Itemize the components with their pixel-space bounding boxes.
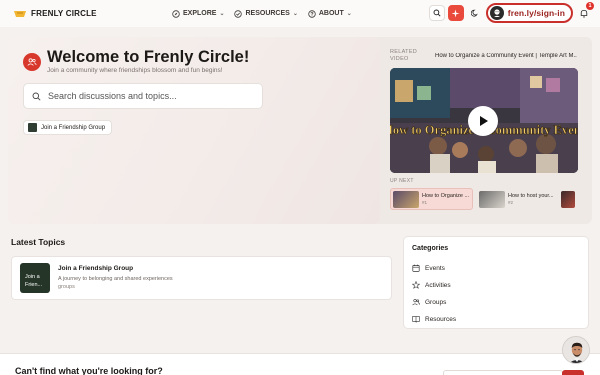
queue-item-text: How to Organize ... #1 xyxy=(422,193,469,205)
up-next-label: UP NEXT xyxy=(390,178,414,184)
assistant-avatar[interactable] xyxy=(562,336,590,364)
category-label: Resources xyxy=(425,315,457,323)
play-button[interactable] xyxy=(468,106,498,136)
notification-badge: 1 xyxy=(586,2,594,10)
menu-explore[interactable]: EXPLORE ⌄ xyxy=(172,9,225,18)
related-video-title[interactable]: How to Organize a Community Event | Temp… xyxy=(435,53,577,59)
video-queue: How to Organize ... #1 How to host your.… xyxy=(390,188,577,210)
menu-resources[interactable]: RESOURCES ⌄ xyxy=(234,9,298,18)
topic-thumbnail: Join a Frien... xyxy=(20,263,50,293)
chip-thumbnail xyxy=(28,123,37,132)
category-events[interactable]: Events xyxy=(412,264,445,272)
queue-item[interactable]: How to host your... #2 xyxy=(477,188,557,210)
sparkle-icon xyxy=(451,9,460,17)
cta-input[interactable] xyxy=(443,370,563,375)
moon-icon xyxy=(470,9,478,17)
page-title: Welcome to Frenly Circle! xyxy=(47,48,250,66)
category-label: Groups xyxy=(425,298,447,306)
calendar-icon xyxy=(412,264,420,272)
search-box xyxy=(23,83,263,109)
brand-logo-icon xyxy=(14,10,26,18)
menu-about[interactable]: ABOUT ⌄ xyxy=(308,9,352,18)
book-icon xyxy=(412,316,420,323)
queue-item-title: How to Organize ... xyxy=(422,193,470,199)
related-video-label-text: RELATED VIDEO xyxy=(390,49,418,62)
related-video-label: RELATED VIDEO xyxy=(390,49,420,63)
avatar-icon xyxy=(489,6,504,20)
queue-thumbnail xyxy=(393,190,419,208)
sign-in-label: fren.ly/sign-in xyxy=(507,8,565,18)
category-label: Activities xyxy=(425,281,451,289)
topic-card[interactable]: Join a Frien... Join a Friendship Group … xyxy=(11,256,392,300)
sparkle-button[interactable] xyxy=(447,5,464,21)
play-icon xyxy=(480,116,488,126)
help-circle-icon xyxy=(308,9,316,18)
category-activities[interactable]: Activities xyxy=(412,281,451,289)
search-icon xyxy=(433,9,441,17)
queue-item[interactable]: How to Organize ... #1 xyxy=(390,188,473,210)
notifications-button[interactable]: 1 xyxy=(576,2,594,21)
chevron-down-icon: ⌄ xyxy=(292,11,298,17)
brand-name: FRENLY CIRCLE xyxy=(31,9,97,18)
search-input[interactable] xyxy=(48,91,248,101)
search-icon xyxy=(32,92,41,101)
categories-heading: Categories xyxy=(412,245,449,252)
chip-label: Join a Friendship Group xyxy=(41,124,106,131)
topic-tag: groups xyxy=(58,284,75,290)
queue-item-number: #1 xyxy=(422,200,428,205)
latest-topics-heading: Latest Topics xyxy=(11,237,66,247)
chevron-down-icon: ⌄ xyxy=(346,11,352,17)
search-button[interactable] xyxy=(428,5,445,21)
menu-resources-label: RESOURCES xyxy=(245,10,290,17)
queue-item-title: How to host your... xyxy=(508,193,554,199)
suggestion-chip[interactable]: Join a Friendship Group xyxy=(23,120,113,135)
brand[interactable]: FRENLY CIRCLE xyxy=(14,9,97,18)
cta-heading: Can't find what you're looking for? xyxy=(15,366,163,375)
menu-about-label: ABOUT xyxy=(318,10,344,17)
video-player[interactable]: How to Organize a Community Event xyxy=(390,68,578,173)
footer-cta-band: Can't find what you're looking for? xyxy=(0,353,600,375)
users-icon xyxy=(23,53,41,71)
topic-description: A journey to belonging and shared experi… xyxy=(58,276,173,282)
queue-thumbnail xyxy=(561,190,575,208)
chevron-down-icon: ⌄ xyxy=(219,11,225,17)
category-groups[interactable]: Groups xyxy=(412,298,446,306)
page-subtitle: Join a community where friendships bloss… xyxy=(47,67,223,74)
cta-button[interactable] xyxy=(562,370,584,375)
topic-title: Join a Friendship Group xyxy=(58,265,134,272)
users-icon xyxy=(412,298,420,306)
queue-item[interactable] xyxy=(561,188,577,210)
hero-welcome: Welcome to Frenly Circle! Join a communi… xyxy=(8,37,380,224)
queue-thumbnail xyxy=(479,190,505,208)
bell-icon xyxy=(580,9,588,17)
nav-actions: fren.ly/sign-in 1 xyxy=(428,2,594,23)
sign-in-button[interactable]: fren.ly/sign-in xyxy=(485,3,573,23)
queue-item-number: #2 xyxy=(508,200,514,205)
menu-explore-label: EXPLORE xyxy=(183,10,217,17)
category-resources[interactable]: Resources xyxy=(412,315,456,323)
check-circle-icon xyxy=(234,9,243,18)
main-menu: EXPLORE ⌄ RESOURCES ⌄ ABOUT ⌄ xyxy=(172,0,352,27)
compass-icon xyxy=(172,9,180,18)
star-icon xyxy=(412,281,420,289)
queue-item-text: How to host your... #2 xyxy=(508,193,554,205)
category-label: Events xyxy=(425,264,445,272)
categories-card: Categories Events Activities Groups Reso… xyxy=(403,236,589,329)
theme-toggle-button[interactable] xyxy=(467,5,483,21)
top-nav: FRENLY CIRCLE EXPLORE ⌄ RESOURCES ⌄ ABOU… xyxy=(0,0,600,27)
